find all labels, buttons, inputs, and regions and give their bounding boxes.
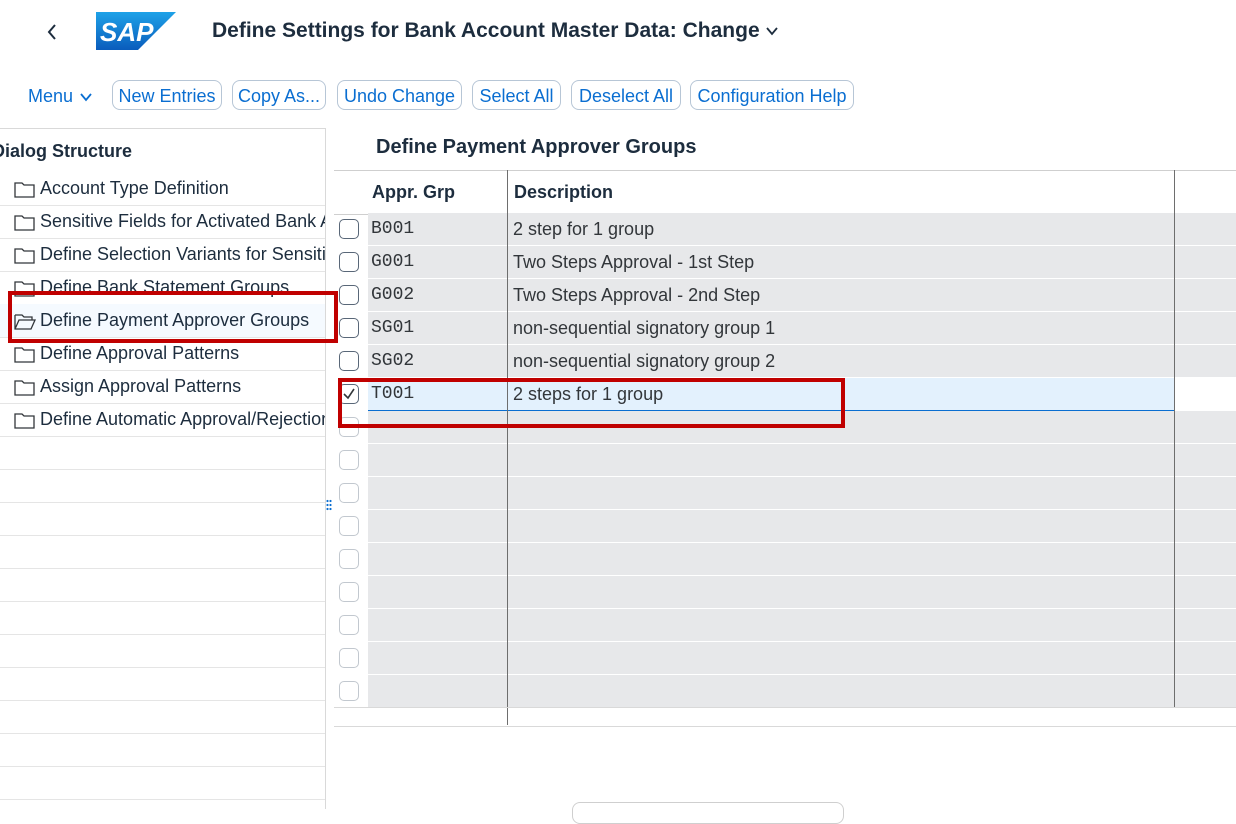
tree-row[interactable]: Define Automatic Approval/Rejection xyxy=(0,403,325,437)
column-divider xyxy=(1174,170,1175,707)
column-header-description[interactable]: Description xyxy=(514,182,613,203)
appr-grp-cell[interactable]: SG01 xyxy=(371,318,414,338)
sap-logo: SAP xyxy=(96,12,176,50)
empty-table-row[interactable] xyxy=(334,576,1236,609)
tree-row[interactable]: Assign Approval Patterns xyxy=(0,370,325,404)
highlight-box-tree-item xyxy=(8,291,338,343)
description-cell[interactable]: Two Steps Approval - 1st Step xyxy=(513,252,754,273)
table-row[interactable]: G001 Two Steps Approval - 1st Step xyxy=(334,246,1236,279)
appr-grp-cell[interactable]: SG02 xyxy=(371,351,414,371)
column-header-appr-grp[interactable]: Appr. Grp xyxy=(372,182,455,203)
empty-row xyxy=(0,469,325,503)
page-title: Define Settings for Bank Account Master … xyxy=(212,19,760,42)
appr-grp-cell[interactable]: G002 xyxy=(371,285,414,305)
deselect-all-button[interactable]: Deselect All xyxy=(571,80,681,110)
folder-icon xyxy=(14,379,35,396)
tree-row[interactable]: Sensitive Fields for Activated Bank Acco… xyxy=(0,205,325,239)
empty-row xyxy=(0,700,325,734)
empty-row xyxy=(0,535,325,569)
appr-grp-cell[interactable]: B001 xyxy=(371,219,414,239)
empty-row xyxy=(0,667,325,701)
select-all-button[interactable]: Select All xyxy=(472,80,561,110)
undo-change-button[interactable]: Undo Change xyxy=(337,80,462,110)
tree-item-label: Assign Approval Patterns xyxy=(40,376,242,396)
section-title: Define Payment Approver Groups xyxy=(376,136,697,158)
description-cell[interactable]: Two Steps Approval - 2nd Step xyxy=(513,285,760,306)
approver-groups-table: Appr. Grp Description B001 2 step for 1 … xyxy=(334,170,1236,727)
empty-row xyxy=(0,766,325,800)
chevron-down-icon xyxy=(80,92,92,101)
row-checkbox[interactable] xyxy=(339,615,359,635)
empty-table-row[interactable] xyxy=(334,477,1236,510)
empty-row xyxy=(0,568,325,602)
tree-item-label: Define Selection Variants for Sensitive … xyxy=(40,244,326,264)
row-checkbox[interactable] xyxy=(339,285,359,305)
description-cell[interactable]: non-sequential signatory group 2 xyxy=(513,351,775,372)
appr-grp-cell[interactable]: G001 xyxy=(371,252,414,272)
row-checkbox[interactable] xyxy=(339,648,359,668)
svg-text:SAP: SAP xyxy=(100,17,154,47)
empty-table-row[interactable] xyxy=(334,444,1236,477)
tree-item-label: Define Automatic Approval/Rejection xyxy=(40,409,326,429)
row-checkbox[interactable] xyxy=(339,582,359,602)
table-row[interactable]: SG01 non-sequential signatory group 1 xyxy=(334,312,1236,345)
menu-button[interactable]: Menu xyxy=(28,86,93,107)
empty-row xyxy=(0,601,325,635)
row-checkbox[interactable] xyxy=(339,681,359,701)
tree-row[interactable]: Define Selection Variants for Sensitive … xyxy=(0,238,325,272)
table-row[interactable]: B001 2 step for 1 group xyxy=(334,213,1236,246)
table-header: Appr. Grp Description xyxy=(334,170,1236,215)
tree-item-label: Define Approval Patterns xyxy=(40,343,240,363)
description-cell[interactable]: non-sequential signatory group 1 xyxy=(513,318,775,339)
column-divider xyxy=(507,170,508,725)
folder-icon xyxy=(14,247,35,264)
empty-table-row[interactable] xyxy=(334,675,1236,708)
empty-row xyxy=(0,436,325,470)
row-checkbox[interactable] xyxy=(339,483,359,503)
copy-as-button[interactable]: Copy As... xyxy=(232,80,326,110)
empty-row xyxy=(0,733,325,767)
row-checkbox[interactable] xyxy=(339,516,359,536)
row-checkbox[interactable] xyxy=(339,351,359,371)
dialog-structure-title: Dialog Structure xyxy=(0,141,133,161)
empty-table-row[interactable] xyxy=(334,543,1236,576)
footer-button-partial[interactable] xyxy=(572,802,844,824)
row-checkbox[interactable] xyxy=(339,252,359,272)
tree-row[interactable]: Account Type Definition xyxy=(0,172,325,206)
empty-table-row[interactable] xyxy=(334,510,1236,543)
empty-table-row[interactable] xyxy=(334,609,1236,642)
dialog-structure-panel: Dialog Structure Account Type Definition… xyxy=(0,128,326,809)
folder-icon xyxy=(14,346,35,363)
chevron-left-icon xyxy=(47,24,56,40)
splitter-grip-icon[interactable] xyxy=(326,498,332,516)
new-entries-button[interactable]: New Entries xyxy=(112,80,222,110)
description-cell[interactable]: 2 step for 1 group xyxy=(513,219,654,240)
folder-icon xyxy=(14,214,35,231)
table-footer xyxy=(334,707,1236,727)
highlight-box-table-row xyxy=(338,378,845,428)
row-checkbox[interactable] xyxy=(339,549,359,569)
folder-icon xyxy=(14,412,35,429)
empty-row xyxy=(0,634,325,668)
chevron-down-icon[interactable] xyxy=(765,24,779,38)
menu-label: Menu xyxy=(28,86,74,106)
back-button[interactable] xyxy=(40,18,64,46)
tree-item-label: Sensitive Fields for Activated Bank Acco… xyxy=(40,211,325,231)
row-checkbox[interactable] xyxy=(339,219,359,239)
row-checkbox[interactable] xyxy=(339,450,359,470)
row-checkbox[interactable] xyxy=(339,318,359,338)
table-row[interactable]: G002 Two Steps Approval - 2nd Step xyxy=(334,279,1236,312)
table-row[interactable]: SG02 non-sequential signatory group 2 xyxy=(334,345,1236,378)
folder-icon xyxy=(14,181,35,198)
configuration-help-button[interactable]: Configuration Help xyxy=(690,80,854,110)
empty-row xyxy=(0,502,325,536)
tree-item-label: Account Type Definition xyxy=(40,178,229,198)
empty-table-row[interactable] xyxy=(334,642,1236,675)
